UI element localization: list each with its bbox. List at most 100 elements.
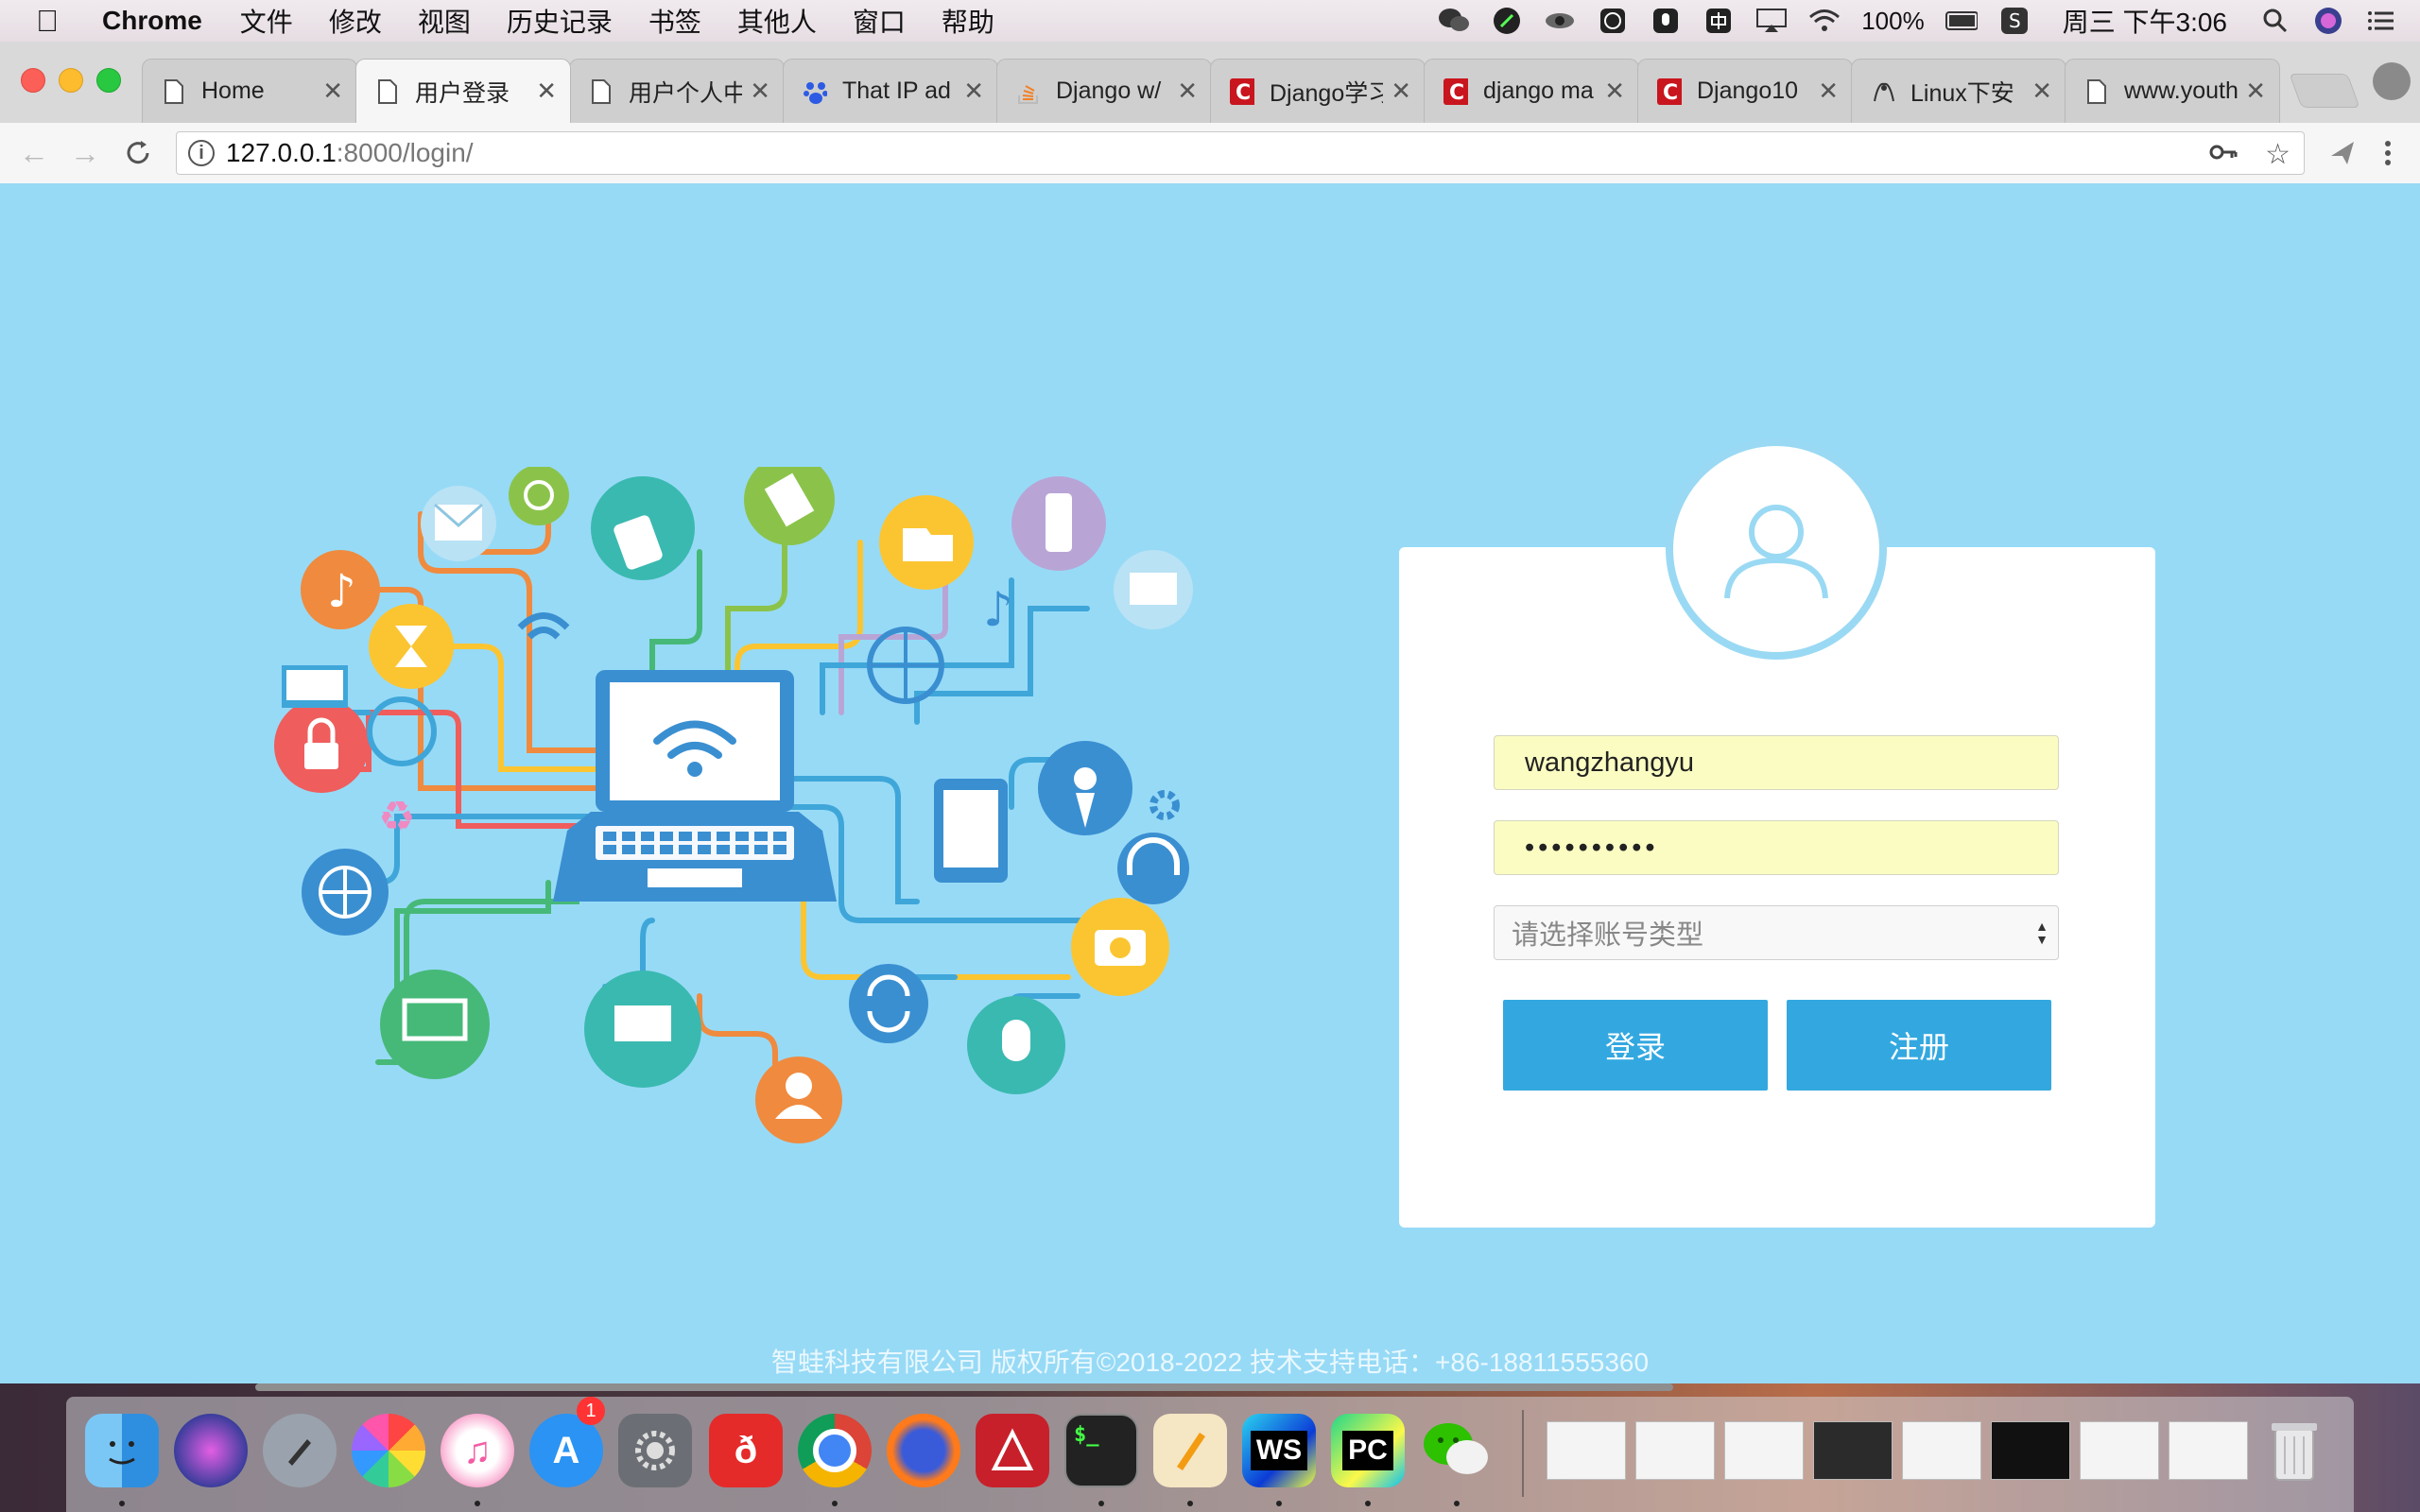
- profile-icon[interactable]: [2373, 62, 2411, 100]
- airplay-icon[interactable]: [1755, 5, 1788, 37]
- menu-edit[interactable]: 修改: [329, 2, 382, 40]
- notification-list-icon[interactable]: [2365, 5, 2397, 37]
- tab-user-login[interactable]: 用户登录 ✕: [355, 59, 571, 123]
- login-button[interactable]: 登录: [1503, 1000, 1768, 1091]
- tab-django-ma[interactable]: C django ma ✕: [1424, 59, 1639, 123]
- input-method-icon[interactable]: [1703, 5, 1735, 37]
- autocad-icon[interactable]: [976, 1414, 1049, 1487]
- menu-bookmarks[interactable]: 书签: [648, 2, 701, 40]
- photos-icon[interactable]: [352, 1414, 425, 1487]
- chrome-icon[interactable]: [798, 1414, 872, 1487]
- close-tab-icon[interactable]: ✕: [322, 77, 343, 106]
- info-icon[interactable]: i: [188, 140, 215, 166]
- close-tab-icon[interactable]: ✕: [1818, 77, 1839, 106]
- finder-icon[interactable]: [85, 1414, 159, 1487]
- tab-youth[interactable]: www.youth ✕: [2065, 59, 2280, 123]
- minimized-window-thumbnail[interactable]: [1724, 1421, 1804, 1480]
- tab-user-center[interactable]: 用户个人中 ✕: [569, 59, 785, 123]
- minimized-window-thumbnail[interactable]: [2169, 1421, 2248, 1480]
- minimize-window-button[interactable]: [59, 68, 83, 93]
- tab-django-study[interactable]: C Django学习 ✕: [1210, 59, 1426, 123]
- tab-django-stackoverflow[interactable]: Django w/ ✕: [996, 59, 1212, 123]
- webstorm-icon[interactable]: WS: [1242, 1414, 1316, 1487]
- stylus-icon[interactable]: [1491, 5, 1523, 37]
- itunes-icon[interactable]: ♫: [441, 1414, 514, 1487]
- close-tab-icon[interactable]: ✕: [963, 77, 984, 106]
- key-icon[interactable]: [2209, 138, 2238, 174]
- system-preferences-icon[interactable]: [618, 1414, 692, 1487]
- tab-label: Django10: [1697, 77, 1799, 104]
- close-tab-icon[interactable]: ✕: [1604, 77, 1625, 106]
- more-menu-icon[interactable]: [2369, 134, 2407, 172]
- svg-text:C: C: [1449, 81, 1464, 105]
- close-window-button[interactable]: [21, 68, 45, 93]
- siri-icon[interactable]: [2312, 5, 2344, 37]
- new-tab-button[interactable]: [2289, 74, 2360, 108]
- tab-home[interactable]: Home ✕: [142, 59, 357, 123]
- tab-linux-install[interactable]: Linux下安 ✕: [1851, 59, 2066, 123]
- bookmark-star-icon[interactable]: ☆: [2265, 138, 2290, 171]
- tab-label: Linux下安: [1910, 79, 2014, 107]
- menu-help[interactable]: 帮助: [942, 2, 994, 40]
- username-input[interactable]: wangzhangyu: [1494, 735, 2059, 790]
- menu-history[interactable]: 历史记录: [507, 2, 613, 40]
- close-tab-icon[interactable]: ✕: [2031, 77, 2052, 106]
- network-illustration: ♪ ♻ ♪: [274, 467, 1193, 1143]
- pages-icon[interactable]: [1153, 1414, 1227, 1487]
- menubar-clock[interactable]: 周三 下午3:06: [2063, 2, 2227, 40]
- minimized-window-thumbnail[interactable]: [1547, 1421, 1626, 1480]
- app-menu-chrome[interactable]: Chrome: [102, 6, 202, 36]
- extension-icon[interactable]: [2324, 134, 2361, 172]
- svg-text:♪: ♪: [327, 565, 356, 618]
- menu-people[interactable]: 其他人: [737, 2, 817, 40]
- page-icon: [589, 77, 614, 106]
- s-icon[interactable]: S: [1998, 5, 2031, 37]
- minimized-window-thumbnail[interactable]: [1813, 1421, 1893, 1480]
- horizontal-scrollbar[interactable]: [255, 1383, 1673, 1391]
- tab-ip-address[interactable]: That IP ad ✕: [783, 59, 998, 123]
- reload-icon[interactable]: [119, 134, 157, 172]
- running-indicator: [1276, 1501, 1282, 1506]
- close-tab-icon[interactable]: ✕: [536, 77, 557, 106]
- trash-icon[interactable]: [2257, 1414, 2331, 1487]
- dock-separator: [1522, 1410, 1524, 1497]
- tab-django10[interactable]: C Django10 ✕: [1637, 59, 1853, 123]
- terminal-icon[interactable]: $_: [1064, 1414, 1138, 1487]
- menu-view[interactable]: 视图: [418, 2, 471, 40]
- siri-icon[interactable]: [174, 1414, 248, 1487]
- account-type-select[interactable]: 请选择账号类型 ▲ ▼: [1494, 905, 2059, 960]
- fullscreen-window-button[interactable]: [96, 68, 121, 93]
- mic-icon[interactable]: [1650, 5, 1682, 37]
- smiley-icon[interactable]: [1597, 5, 1629, 37]
- wifi-icon[interactable]: [1808, 5, 1841, 37]
- eye-icon[interactable]: [1544, 5, 1576, 37]
- netease-music-icon[interactable]: ð: [709, 1414, 783, 1487]
- csdn-icon: C: [1443, 77, 1468, 106]
- menu-window[interactable]: 窗口: [853, 2, 906, 40]
- minimized-window-thumbnail[interactable]: [1902, 1421, 1981, 1480]
- back-arrow-icon[interactable]: ←: [15, 134, 53, 172]
- url-host: 127.0.0.1: [226, 138, 337, 167]
- register-button[interactable]: 注册: [1787, 1000, 2051, 1091]
- spotlight-search-icon[interactable]: [2259, 5, 2291, 37]
- wechat-icon[interactable]: [1420, 1414, 1494, 1487]
- wechat-icon[interactable]: [1438, 5, 1470, 37]
- close-tab-icon[interactable]: ✕: [2245, 77, 2266, 106]
- pycharm-icon[interactable]: PC: [1331, 1414, 1405, 1487]
- firefox-icon[interactable]: [887, 1414, 960, 1487]
- password-input[interactable]: ••••••••••: [1494, 820, 2059, 875]
- address-bar[interactable]: i 127.0.0.1:8000/login/ ☆: [176, 131, 2305, 175]
- running-indicator: [475, 1501, 480, 1506]
- close-tab-icon[interactable]: ✕: [750, 77, 770, 106]
- close-tab-icon[interactable]: ✕: [1177, 77, 1198, 106]
- forward-arrow-icon[interactable]: →: [66, 134, 104, 172]
- minimized-window-thumbnail[interactable]: [1635, 1421, 1715, 1480]
- close-tab-icon[interactable]: ✕: [1391, 77, 1411, 106]
- tab-label: Django学习: [1270, 79, 1383, 107]
- menu-file[interactable]: 文件: [240, 2, 293, 40]
- battery-icon[interactable]: [1945, 5, 1978, 37]
- apple-menu-icon[interactable]: : [36, 4, 74, 39]
- minimized-window-thumbnail[interactable]: [2080, 1421, 2159, 1480]
- minimized-window-thumbnail[interactable]: [1991, 1421, 2070, 1480]
- launchpad-icon[interactable]: [263, 1414, 337, 1487]
